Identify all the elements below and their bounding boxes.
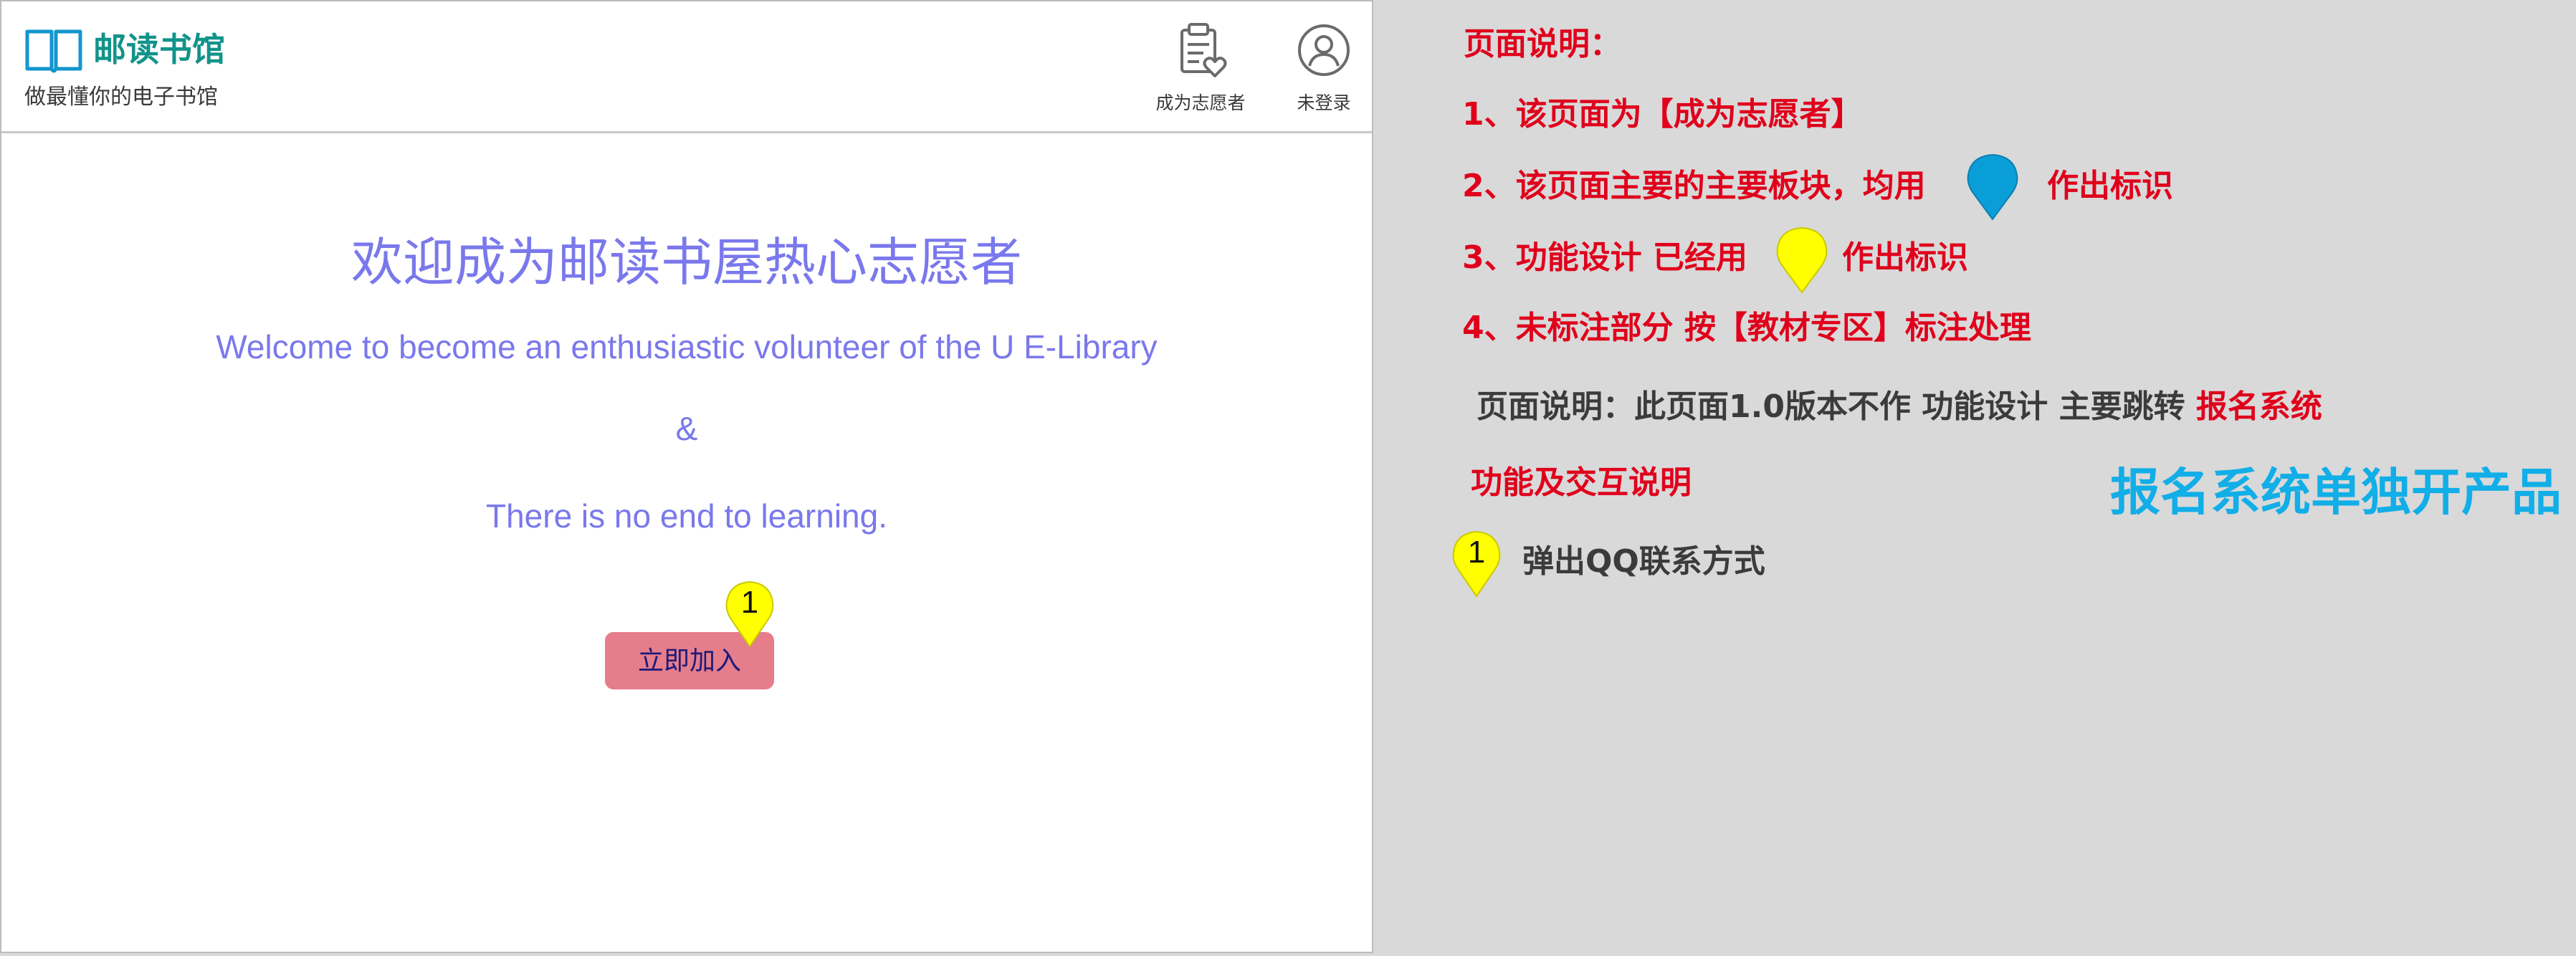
welcome-section: 欢迎成为邮读书屋热心志愿者 Welcome to become an enthu… xyxy=(1,133,1372,952)
function-heading: 功能及交互说明 xyxy=(1471,464,1692,501)
volunteer-page-mockup: 邮读书馆 做最懂你的电子书馆 成为志愿者 未登录 欢迎成为邮读书屋热心志愿者 W… xyxy=(0,0,1373,953)
user-circle-icon xyxy=(1298,24,1350,76)
annotation-notes-panel: 页面说明： 1、该页面为【成为志愿者】 2、该页面主要的主要板块，均用 作出标识… xyxy=(1373,0,2576,956)
become-volunteer-button[interactable]: 成为志愿者 xyxy=(1147,21,1254,115)
pin-number: 1 xyxy=(1467,535,1486,570)
welcome-title: 欢迎成为邮读书屋热心志愿者 xyxy=(350,232,1022,292)
become-volunteer-label: 成为志愿者 xyxy=(1155,92,1246,113)
note-item-2-suffix: 作出标识 xyxy=(2047,168,2173,204)
note-item-3: 3、功能设计 已经用 xyxy=(1462,239,1747,276)
pin-number: 1 xyxy=(740,585,759,620)
app-header: 邮读书馆 做最懂你的电子书馆 成为志愿者 未登录 xyxy=(1,1,1372,133)
note-item-3-suffix: 作出标识 xyxy=(1842,239,1968,276)
function-item-1: 弹出QQ联系方式 xyxy=(1522,543,1765,580)
yellow-pin-icon xyxy=(1776,226,1828,294)
standalone-product-note: 报名系统单独开产品 xyxy=(2110,463,2562,522)
clipboard-heart-icon xyxy=(1180,23,1227,77)
page-description-text: 页面说明：此页面1.0版本不作 功能设计 主要跳转 xyxy=(1477,388,2185,425)
notes-heading: 页面说明： xyxy=(1464,26,1621,62)
open-book-icon xyxy=(25,29,82,73)
brand-slogan: 做最懂你的电子书馆 xyxy=(24,85,218,110)
page: 邮读书馆 做最懂你的电子书馆 成为志愿者 未登录 欢迎成为邮读书屋热心志愿者 W… xyxy=(0,0,2576,956)
note-item-4: 4、未标注部分 按【教材专区】标注处理 xyxy=(1462,310,2031,346)
login-status-button[interactable]: 未登录 xyxy=(1270,21,1372,115)
function-pin-1: 1 xyxy=(1451,529,1502,598)
login-status-label: 未登录 xyxy=(1297,92,1351,113)
welcome-motto: There is no end to learning. xyxy=(485,497,888,535)
page-description: 页面说明：此页面1.0版本不作 功能设计 主要跳转 报名系统 xyxy=(1477,387,2322,427)
annotation-pin-1: 1 xyxy=(724,579,776,648)
blue-pin-icon xyxy=(1967,153,2018,221)
welcome-subtitle-en: Welcome to become an enthusiastic volunt… xyxy=(216,328,1158,365)
note-item-1: 1、该页面为【成为志愿者】 xyxy=(1462,96,1863,133)
brand[interactable]: 邮读书馆 做最懂你的电子书馆 xyxy=(24,24,325,118)
welcome-ampersand: & xyxy=(675,410,698,447)
note-item-2: 2、该页面主要的主要板块，均用 xyxy=(1462,168,1926,204)
page-description-link[interactable]: 报名系统 xyxy=(2196,388,2322,425)
brand-name: 邮读书馆 xyxy=(93,30,225,69)
